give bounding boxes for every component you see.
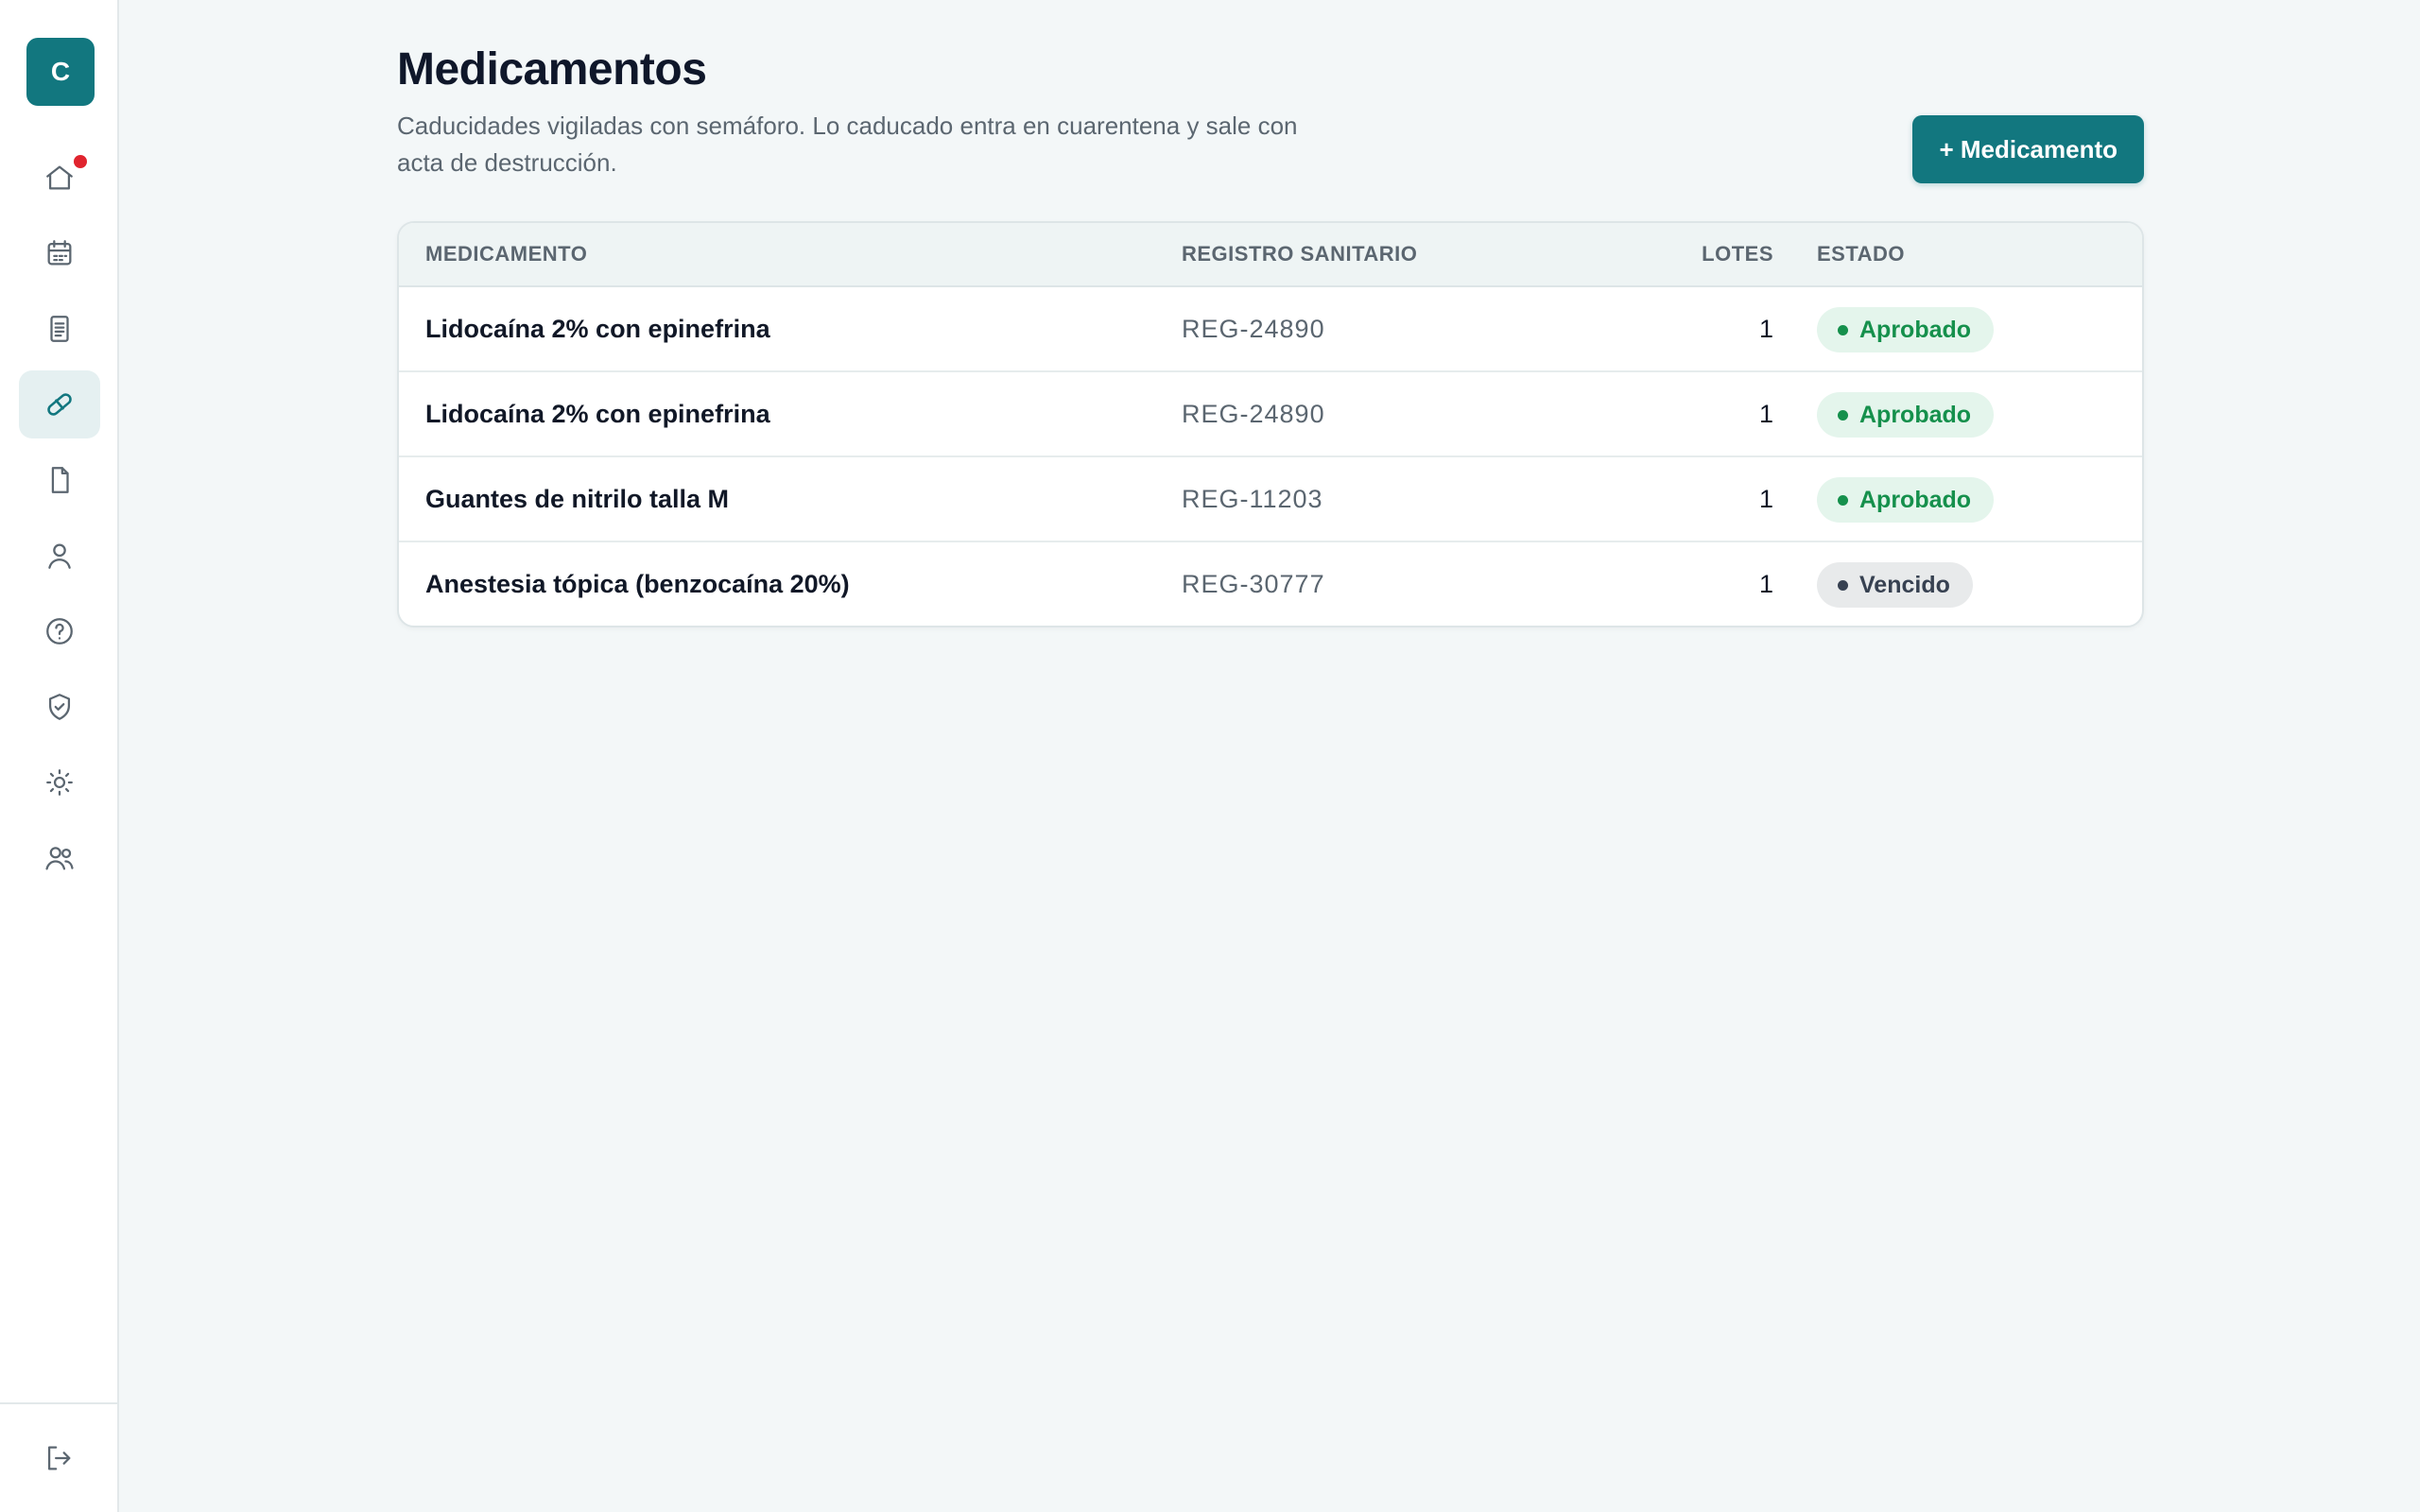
status-badge: Aprobado [1817, 307, 1995, 352]
sidebar-item-home[interactable] [19, 144, 100, 212]
sidebar-item-help[interactable] [19, 597, 100, 665]
sidebar-footer [0, 1402, 117, 1512]
status-badge: Aprobado [1817, 392, 1995, 438]
calendar-icon [47, 240, 72, 266]
status-label: Vencido [1859, 571, 1950, 598]
add-medication-button[interactable]: + Medicamento [1912, 115, 2144, 183]
status-label: Aprobado [1859, 316, 1972, 343]
medication-name: Lidocaína 2% con epinefrina [425, 400, 770, 428]
notification-dot [74, 155, 87, 168]
users-icon [45, 847, 74, 870]
registry-number: REG-30777 [1182, 570, 1325, 598]
registry-number: REG-24890 [1182, 400, 1325, 428]
status-dot [1838, 494, 1848, 506]
medication-name: Lidocaína 2% con epinefrina [425, 315, 770, 343]
shield-check-icon [48, 694, 71, 720]
receipt-icon [50, 316, 69, 342]
status-dot [1838, 324, 1848, 335]
status-dot [1838, 579, 1848, 591]
column-header-registry[interactable]: REGISTRO SANITARIO [1182, 223, 1417, 285]
status-badge: Vencido [1817, 562, 1973, 608]
help-circle-icon [46, 618, 73, 644]
sidebar-item-calendar[interactable] [19, 219, 100, 287]
status-dot [1838, 409, 1848, 421]
sidebar-item-security[interactable] [19, 673, 100, 741]
table-row[interactable]: Lidocaína 2% con epinefrina REG-24890 1 … [399, 372, 2142, 457]
lots-count: 1 [1758, 315, 1773, 343]
status-label: Aprobado [1859, 486, 1972, 513]
medication-name: Guantes de nitrilo talla M [425, 485, 730, 513]
medications-table: MEDICAMENTO REGISTRO SANITARIO LOTES EST… [397, 221, 2144, 627]
column-header-status[interactable]: ESTADO [1817, 223, 1905, 285]
registry-number: REG-11203 [1182, 485, 1323, 513]
lots-count: 1 [1758, 400, 1773, 428]
sidebar: C [0, 0, 119, 1512]
file-icon [51, 467, 69, 493]
workspace-logo[interactable]: C [26, 38, 95, 106]
table-row[interactable]: Guantes de nitrilo talla M REG-11203 1 A… [399, 457, 2142, 542]
sidebar-item-receipt[interactable] [19, 295, 100, 363]
user-icon [48, 543, 71, 569]
sidebar-item-settings[interactable] [19, 748, 100, 816]
pill-icon [47, 393, 72, 416]
column-header-name[interactable]: MEDICAMENTO [425, 223, 587, 285]
status-badge: Aprobado [1817, 477, 1995, 523]
medication-name: Anestesia tópica (benzocaína 20%) [425, 570, 850, 598]
column-header-lots[interactable]: LOTES [1702, 223, 1773, 285]
logout-icon [47, 1446, 71, 1470]
sidebar-item-medications[interactable] [19, 370, 100, 438]
home-icon [46, 165, 73, 190]
table-header: MEDICAMENTO REGISTRO SANITARIO LOTES EST… [399, 223, 2142, 287]
sidebar-item-document[interactable] [19, 446, 100, 514]
status-label: Aprobado [1859, 401, 1972, 428]
sidebar-item-team[interactable] [19, 824, 100, 892]
page-subtitle: Caducidades vigiladas con semáforo. Lo c… [397, 112, 1298, 177]
sun-icon [46, 769, 73, 796]
logout-button[interactable] [43, 1442, 75, 1474]
page-title: Medicamentos [397, 44, 707, 94]
registry-number: REG-24890 [1182, 315, 1325, 343]
lots-count: 1 [1758, 485, 1773, 513]
table-row[interactable]: Anestesia tópica (benzocaína 20%) REG-30… [399, 542, 2142, 626]
table-row[interactable]: Lidocaína 2% con epinefrina REG-24890 1 … [399, 287, 2142, 372]
lots-count: 1 [1758, 570, 1773, 598]
sidebar-item-profile[interactable] [19, 522, 100, 590]
